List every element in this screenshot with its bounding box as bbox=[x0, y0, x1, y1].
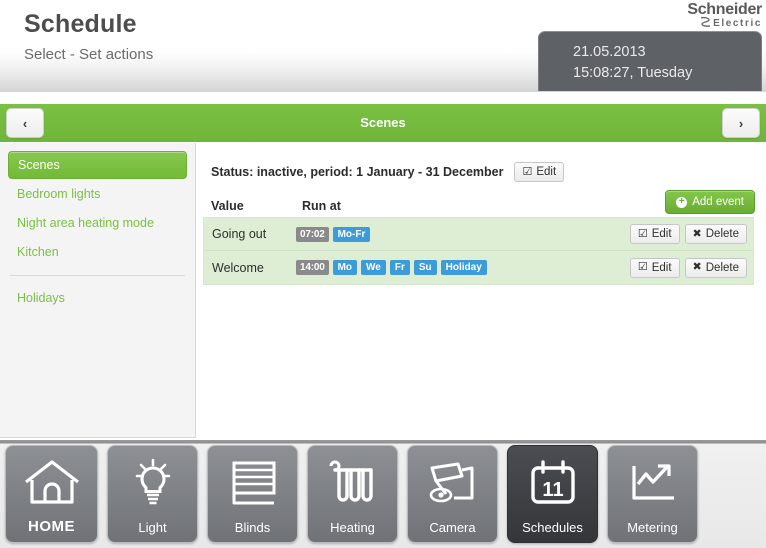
table-row[interactable]: Going out 07:02 Mo-Fr ☑ Edit ✖ Delete bbox=[204, 218, 753, 251]
row-delete-label: Delete bbox=[705, 228, 739, 240]
logo-sub-row: Electric bbox=[650, 17, 762, 30]
page-header: Schedule Select - Set actions Schneider … bbox=[0, 0, 766, 92]
row-edit-button[interactable]: ☑ Edit bbox=[629, 257, 680, 278]
logo-brand-text: Schneider bbox=[687, 1, 762, 18]
sidebar-item-label: Night area heating mode bbox=[17, 216, 154, 230]
row-edit-button[interactable]: ☑ Edit bbox=[629, 224, 680, 244]
status-text: Status: inactive, period: 1 January - 31… bbox=[211, 165, 504, 179]
bottom-nav-label: Heating bbox=[330, 520, 375, 535]
day-badge: Su bbox=[413, 260, 437, 275]
camera-icon bbox=[424, 446, 482, 520]
sidebar: Scenes Bedroom lights Night area heating… bbox=[0, 143, 196, 438]
day-badge: Mo bbox=[332, 260, 358, 275]
sidebar-item-label: Bedroom lights bbox=[17, 187, 101, 201]
edit-icon: ☑ bbox=[637, 261, 648, 273]
status-edit-label: Edit bbox=[536, 166, 557, 178]
sidebar-item-scenes[interactable]: Scenes bbox=[8, 151, 187, 179]
schneider-electric-logo: Schneider Electric bbox=[650, 2, 762, 30]
bottom-nav-item-heating[interactable]: Heating bbox=[307, 445, 398, 543]
row-edit-label: Edit bbox=[651, 261, 672, 274]
event-schedule-badges: 14:00 Mo We Fr Su Holiday bbox=[296, 260, 487, 275]
bottom-nav-item-camera[interactable]: Camera bbox=[407, 445, 498, 543]
bottom-nav-item-metering[interactable]: Metering bbox=[607, 445, 698, 543]
current-date: 21.05.2013 bbox=[573, 44, 646, 60]
add-event-label: Add event bbox=[692, 196, 744, 208]
chevron-right-icon: › bbox=[738, 115, 744, 131]
datetime-panel: 21.05.2013 15:08:27, Tuesday bbox=[538, 31, 762, 91]
row-delete-button[interactable]: ✖ Delete bbox=[684, 224, 747, 244]
close-icon: ✖ bbox=[692, 261, 702, 273]
bottom-nav-item-blinds[interactable]: Blinds bbox=[207, 445, 298, 543]
page-subtitle: Select - Set actions bbox=[24, 46, 154, 63]
event-schedule-badges: 07:02 Mo-Fr bbox=[296, 226, 371, 242]
bottom-nav-label: HOME bbox=[28, 518, 75, 535]
content-panel: Status: inactive, period: 1 January - 31… bbox=[197, 143, 766, 438]
bottom-nav-label: Camera bbox=[429, 520, 476, 535]
status-edit-button[interactable]: ☑ Edit bbox=[514, 162, 565, 182]
navbar-title: Scenes bbox=[360, 115, 406, 130]
table-row[interactable]: Welcome 14:00 Mo We Fr Su Holiday ☑ Edit… bbox=[204, 251, 753, 284]
sidebar-item-bedroom-lights[interactable]: Bedroom lights bbox=[8, 180, 187, 208]
column-header-run-at: Run at bbox=[302, 199, 341, 213]
calendar-day-number: 11 bbox=[542, 479, 563, 501]
next-arrow-button[interactable]: › bbox=[722, 108, 760, 138]
bottom-nav-label: Light bbox=[138, 520, 167, 535]
bottom-nav-label: Blinds bbox=[234, 520, 271, 535]
time-badge: 07:02 bbox=[296, 226, 329, 242]
day-badge: Mo-Fr bbox=[332, 226, 371, 242]
sidebar-divider bbox=[10, 275, 185, 276]
time-badge: 14:00 bbox=[296, 260, 329, 275]
application-window: Schedule Select - Set actions Schneider … bbox=[0, 0, 766, 548]
row-delete-button[interactable]: ✖ Delete bbox=[684, 257, 747, 278]
bottom-navigation: HOME Light Blinds Heating Camera 11 Sche… bbox=[0, 440, 766, 548]
section-navbar: ‹ Scenes › bbox=[0, 104, 766, 142]
sidebar-item-label: Holidays bbox=[17, 291, 65, 305]
bottom-nav-tiles: HOME Light Blinds Heating Camera 11 Sche… bbox=[0, 445, 698, 543]
day-badge: Fr bbox=[389, 260, 410, 275]
day-badge: We bbox=[361, 260, 386, 275]
row-actions: ☑ Edit ✖ Delete bbox=[629, 257, 747, 278]
bulb-icon bbox=[125, 446, 181, 520]
status-row: Status: inactive, period: 1 January - 31… bbox=[211, 162, 565, 182]
bottom-nav-item-schedules[interactable]: 11 Schedules bbox=[507, 445, 598, 543]
home-icon bbox=[21, 446, 83, 518]
sidebar-item-night-area-heating-mode[interactable]: Night area heating mode bbox=[8, 209, 187, 237]
bottom-nav-label: Schedules bbox=[522, 520, 583, 535]
sidebar-item-label: Kitchen bbox=[17, 245, 59, 259]
plus-icon: + bbox=[676, 196, 688, 208]
column-header-value: Value bbox=[211, 199, 244, 213]
blinds-icon bbox=[224, 446, 282, 520]
bottom-nav-label: Metering bbox=[627, 520, 678, 535]
edit-icon: ☑ bbox=[637, 227, 648, 240]
bottom-nav-item-home[interactable]: HOME bbox=[5, 445, 98, 543]
event-value: Welcome bbox=[212, 260, 264, 275]
logo-sub-text: Electric bbox=[713, 18, 762, 29]
sidebar-item-holidays[interactable]: Holidays bbox=[8, 284, 187, 312]
row-edit-label: Edit bbox=[651, 228, 672, 240]
chart-icon bbox=[624, 446, 682, 520]
radiator-icon bbox=[325, 446, 381, 520]
row-actions: ☑ Edit ✖ Delete bbox=[629, 224, 747, 244]
sidebar-item-label: Scenes bbox=[18, 158, 60, 172]
calendar-icon: 11 bbox=[525, 446, 581, 520]
close-icon: ✖ bbox=[692, 227, 702, 240]
events-table: Going out 07:02 Mo-Fr ☑ Edit ✖ Delete We… bbox=[203, 217, 754, 285]
day-badge: Holiday bbox=[440, 260, 487, 275]
add-event-button[interactable]: + Add event bbox=[665, 190, 755, 214]
current-time: 15:08:27, Tuesday bbox=[573, 65, 693, 81]
event-value: Going out bbox=[212, 227, 267, 241]
edit-icon: ☑ bbox=[522, 165, 533, 178]
schneider-mark-icon bbox=[700, 17, 711, 27]
sidebar-item-kitchen[interactable]: Kitchen bbox=[8, 238, 187, 266]
page-title: Schedule bbox=[24, 10, 137, 38]
bottom-nav-item-light[interactable]: Light bbox=[107, 445, 198, 543]
row-delete-label: Delete bbox=[705, 261, 739, 274]
